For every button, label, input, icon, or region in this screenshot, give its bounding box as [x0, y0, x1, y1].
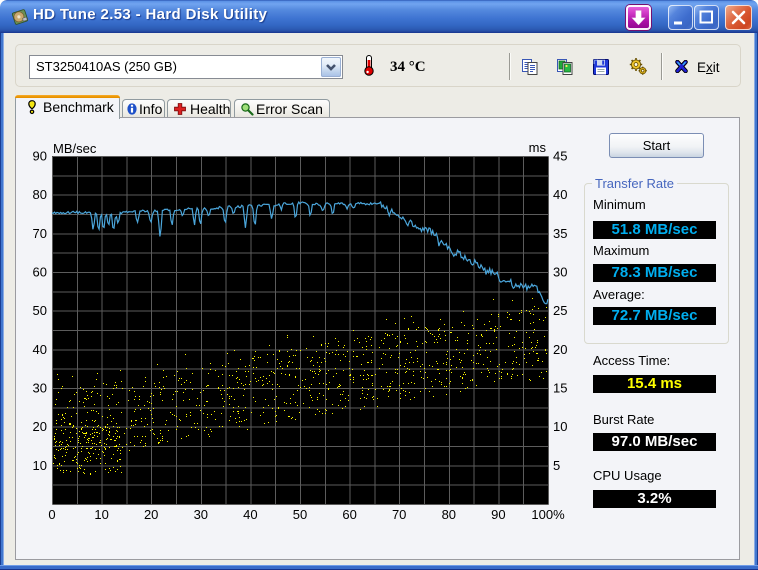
svg-text:50: 50 — [293, 507, 307, 522]
svg-text:20: 20 — [144, 507, 158, 522]
svg-text:80: 80 — [33, 187, 47, 202]
svg-text:100%: 100% — [531, 507, 565, 522]
svg-text:MB/sec: MB/sec — [53, 141, 97, 156]
svg-text:70: 70 — [392, 507, 406, 522]
svg-text:60: 60 — [342, 507, 356, 522]
svg-text:10: 10 — [33, 458, 47, 473]
svg-text:80: 80 — [442, 507, 456, 522]
svg-text:45: 45 — [553, 149, 567, 164]
svg-text:30: 30 — [194, 507, 208, 522]
svg-text:25: 25 — [553, 303, 567, 318]
svg-text:10: 10 — [94, 507, 108, 522]
svg-text:30: 30 — [553, 265, 567, 280]
svg-text:90: 90 — [491, 507, 505, 522]
svg-text:ms: ms — [529, 140, 547, 155]
svg-text:50: 50 — [33, 303, 47, 318]
svg-text:20: 20 — [553, 342, 567, 357]
svg-text:10: 10 — [553, 419, 567, 434]
svg-text:20: 20 — [33, 419, 47, 434]
svg-text:5: 5 — [553, 458, 560, 473]
svg-text:35: 35 — [553, 226, 567, 241]
svg-text:40: 40 — [553, 187, 567, 202]
svg-text:60: 60 — [33, 265, 47, 280]
svg-text:40: 40 — [33, 342, 47, 357]
svg-text:15: 15 — [553, 381, 567, 396]
svg-text:40: 40 — [243, 507, 257, 522]
svg-text:0: 0 — [48, 507, 55, 522]
svg-text:70: 70 — [33, 226, 47, 241]
svg-text:30: 30 — [33, 381, 47, 396]
svg-text:90: 90 — [33, 149, 47, 164]
